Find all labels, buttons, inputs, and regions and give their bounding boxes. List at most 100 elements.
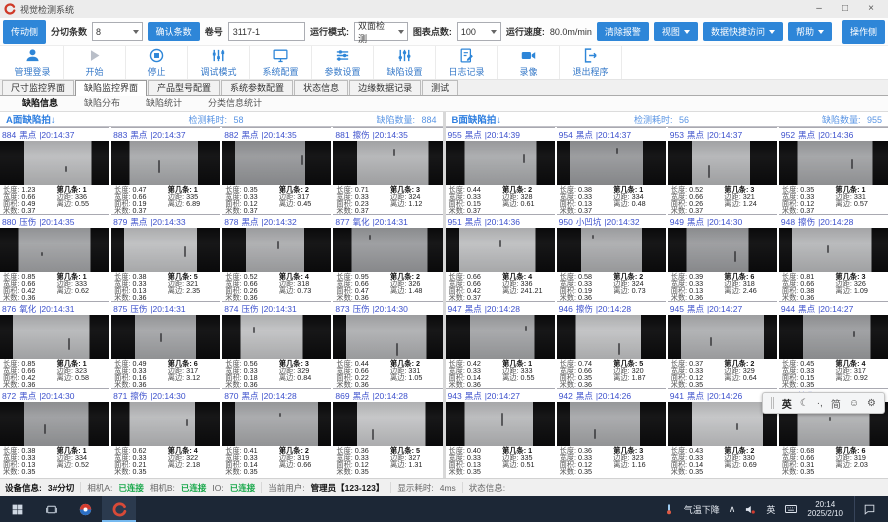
subtab-class-info-stats[interactable]: 分类信息统计 bbox=[196, 96, 274, 111]
debug-mode-button[interactable]: 调试模式 bbox=[188, 46, 250, 79]
weather-ticker[interactable]: 气温下降 bbox=[684, 503, 720, 516]
defect-cell[interactable]: 950 小凹坑 |20:14:32 长度: 0.58 宽度: 0.33 面积: … bbox=[557, 214, 666, 301]
defect-image[interactable] bbox=[222, 402, 331, 446]
defect-image[interactable] bbox=[333, 315, 442, 359]
tray-expand-chevron-icon[interactable]: ∧ bbox=[729, 504, 736, 515]
defect-cell[interactable]: 953 黑点 |20:14:37 长度: 0.52 宽度: 0.66 面积: 0… bbox=[668, 127, 777, 214]
system-config-button[interactable]: 系统配置 bbox=[250, 46, 312, 79]
defect-image[interactable] bbox=[446, 228, 555, 272]
defect-cell[interactable]: 874 压伤 |20:14:31 长度: 0.56 宽度: 0.33 面积: 0… bbox=[222, 301, 331, 388]
defect-cell[interactable]: 954 黑点 |20:14:37 长度: 0.38 宽度: 0.33 面积: 0… bbox=[557, 127, 666, 214]
defect-image[interactable] bbox=[111, 228, 220, 272]
emoji-icon[interactable]: ☺ bbox=[849, 398, 859, 409]
tab-test[interactable]: 测试 bbox=[422, 80, 458, 95]
defect-image[interactable] bbox=[111, 315, 220, 359]
drive-side-button[interactable]: 传动侧 bbox=[3, 20, 46, 44]
defect-image[interactable] bbox=[668, 228, 777, 272]
defect-cell[interactable]: 873 压伤 |20:14:30 长度: 0.44 宽度: 0.66 面积: 0… bbox=[333, 301, 442, 388]
tab-system-params[interactable]: 系统参数配置 bbox=[221, 80, 293, 95]
defect-image[interactable] bbox=[111, 141, 220, 185]
defect-image[interactable] bbox=[0, 228, 109, 272]
drag-handle[interactable] bbox=[771, 397, 774, 409]
param-settings-button[interactable]: 参数设置 bbox=[312, 46, 374, 79]
slit-count-select[interactable]: 8 bbox=[92, 22, 143, 41]
defect-cell[interactable]: 955 黑点 |20:14:39 长度: 0.44 宽度: 0.33 面积: 0… bbox=[446, 127, 555, 214]
defect-cell[interactable]: 871 擦伤 |20:14:30 长度: 0.62 宽度: 0.33 面积: 0… bbox=[111, 388, 220, 475]
defect-image[interactable] bbox=[0, 141, 109, 185]
punctuation-icon[interactable]: ·, bbox=[817, 398, 823, 409]
defect-cell[interactable]: 949 黑点 |20:14:30 长度: 0.39 宽度: 0.33 面积: 0… bbox=[668, 214, 777, 301]
defect-image[interactable] bbox=[111, 402, 220, 446]
exit-program-button[interactable]: 退出程序 bbox=[560, 46, 622, 79]
defect-image[interactable] bbox=[222, 141, 331, 185]
subtab-defect-stats[interactable]: 缺陷统计 bbox=[134, 96, 194, 111]
defect-image[interactable] bbox=[222, 228, 331, 272]
defect-image[interactable] bbox=[668, 315, 777, 359]
defect-cell[interactable]: 942 黑点 |20:14:26 长度: 0.36 宽度: 0.33 面积: 0… bbox=[557, 388, 666, 475]
tab-status-info[interactable]: 状态信息 bbox=[294, 80, 348, 95]
chart-points-select[interactable]: 100 bbox=[457, 22, 501, 41]
start-menu-button[interactable] bbox=[0, 496, 34, 522]
subtab-defect-info[interactable]: 缺陷信息 bbox=[10, 96, 70, 111]
admin-login-button[interactable]: 管理登录 bbox=[2, 46, 64, 79]
defect-image[interactable] bbox=[446, 402, 555, 446]
defect-cell[interactable]: 951 黑点 |20:14:36 长度: 0.66 宽度: 0.66 面积: 0… bbox=[446, 214, 555, 301]
defect-cell[interactable]: 947 黑点 |20:14:28 长度: 0.42 宽度: 0.33 面积: 0… bbox=[446, 301, 555, 388]
run-mode-select[interactable]: 双面检测 bbox=[354, 22, 408, 41]
minimize-button[interactable]: – bbox=[806, 0, 832, 18]
roll-no-input[interactable]: 3117-1 bbox=[228, 22, 305, 41]
clear-alarm-button[interactable]: 清除报警 bbox=[597, 22, 649, 41]
confirm-count-button[interactable]: 确认条数 bbox=[148, 22, 200, 41]
defect-cell[interactable]: 941 黑点 |20:14:26 长度: 0.43 宽度: 0.33 面积: 0… bbox=[668, 388, 777, 475]
defect-cell[interactable]: 882 黑点 |20:14:35 长度: 0.35 宽度: 0.33 面积: 0… bbox=[222, 127, 331, 214]
defect-cell[interactable]: 944 黑点 |20:14:27 长度: 0.45 宽度: 0.33 面积: 0… bbox=[779, 301, 888, 388]
defect-cell[interactable]: 869 黑点 |20:14:28 长度: 0.36 宽度: 0.33 面积: 0… bbox=[333, 388, 442, 475]
defect-cell[interactable]: 876 氧化 |20:14:31 长度: 0.85 宽度: 0.66 面积: 0… bbox=[0, 301, 109, 388]
operator-side-button[interactable]: 操作侧 bbox=[842, 20, 885, 44]
defect-settings-button[interactable]: 缺陷设置 bbox=[374, 46, 436, 79]
subtab-defect-distribution[interactable]: 缺陷分布 bbox=[72, 96, 132, 111]
defect-image[interactable] bbox=[333, 141, 442, 185]
defect-image[interactable] bbox=[446, 141, 555, 185]
defect-image[interactable] bbox=[668, 402, 777, 446]
view-menu-button[interactable]: 视图 bbox=[654, 22, 698, 41]
defect-image[interactable] bbox=[668, 141, 777, 185]
defect-image[interactable] bbox=[0, 402, 109, 446]
ime-mode-button[interactable]: 英 bbox=[782, 396, 792, 411]
tab-edge-data-record[interactable]: 边缘数据记录 bbox=[349, 80, 421, 95]
defect-image[interactable] bbox=[333, 228, 442, 272]
defect-image[interactable] bbox=[222, 315, 331, 359]
defect-cell[interactable]: 877 氧化 |20:14:31 长度: 0.95 宽度: 0.66 面积: 0… bbox=[333, 214, 442, 301]
defect-image[interactable] bbox=[779, 315, 888, 359]
task-view-button[interactable] bbox=[34, 496, 68, 522]
defect-image[interactable] bbox=[333, 402, 442, 446]
defect-image[interactable] bbox=[557, 228, 666, 272]
fullhalf-moon-icon[interactable]: ☾ bbox=[800, 398, 809, 409]
ime-language-indicator[interactable]: 英 bbox=[766, 503, 775, 516]
data-quick-access-menu-button[interactable]: 数据快捷访问 bbox=[703, 22, 783, 41]
simplified-chinese-button[interactable]: 简 bbox=[831, 396, 841, 411]
defect-cell[interactable]: 948 擦伤 |20:14:28 长度: 0.81 宽度: 0.66 面积: 0… bbox=[779, 214, 888, 301]
taskbar-app-vision-system[interactable] bbox=[102, 496, 136, 522]
defect-cell[interactable]: 879 黑点 |20:14:33 长度: 0.38 宽度: 0.33 面积: 0… bbox=[111, 214, 220, 301]
tab-defect-monitor[interactable]: 缺陷监控界面 bbox=[75, 80, 147, 96]
action-center-button[interactable] bbox=[854, 496, 884, 522]
defect-cell[interactable]: 952 黑点 |20:14:36 长度: 0.35 宽度: 0.33 面积: 0… bbox=[779, 127, 888, 214]
log-record-button[interactable]: 日志记录 bbox=[436, 46, 498, 79]
maximize-button[interactable]: □ bbox=[832, 0, 858, 18]
defect-image[interactable] bbox=[779, 141, 888, 185]
tab-product-config[interactable]: 产品型号配置 bbox=[148, 80, 220, 95]
stop-button[interactable]: 停止 bbox=[126, 46, 188, 79]
defect-cell[interactable]: 945 黑点 |20:14:27 长度: 0.37 宽度: 0.33 面积: 0… bbox=[668, 301, 777, 388]
defect-cell[interactable]: 878 黑点 |20:14:32 长度: 0.52 宽度: 0.66 面积: 0… bbox=[222, 214, 331, 301]
defect-cell[interactable]: 943 黑点 |20:14:27 长度: 0.40 宽度: 0.33 面积: 0… bbox=[446, 388, 555, 475]
taskbar-app-browser[interactable] bbox=[68, 496, 102, 522]
defect-cell[interactable]: 946 擦伤 |20:14:28 长度: 0.74 宽度: 0.66 面积: 0… bbox=[557, 301, 666, 388]
defect-image[interactable] bbox=[0, 315, 109, 359]
defect-image[interactable] bbox=[779, 228, 888, 272]
keyboard-icon[interactable] bbox=[784, 502, 798, 516]
video-record-button[interactable]: 录像 bbox=[498, 46, 560, 79]
defect-cell[interactable]: 884 黑点 |20:14:37 长度: 1.23 宽度: 0.66 面积: 0… bbox=[0, 127, 109, 214]
defect-cell[interactable]: 880 压伤 |20:14:35 长度: 0.85 宽度: 0.66 面积: 0… bbox=[0, 214, 109, 301]
start-button[interactable]: 开始 bbox=[64, 46, 126, 79]
